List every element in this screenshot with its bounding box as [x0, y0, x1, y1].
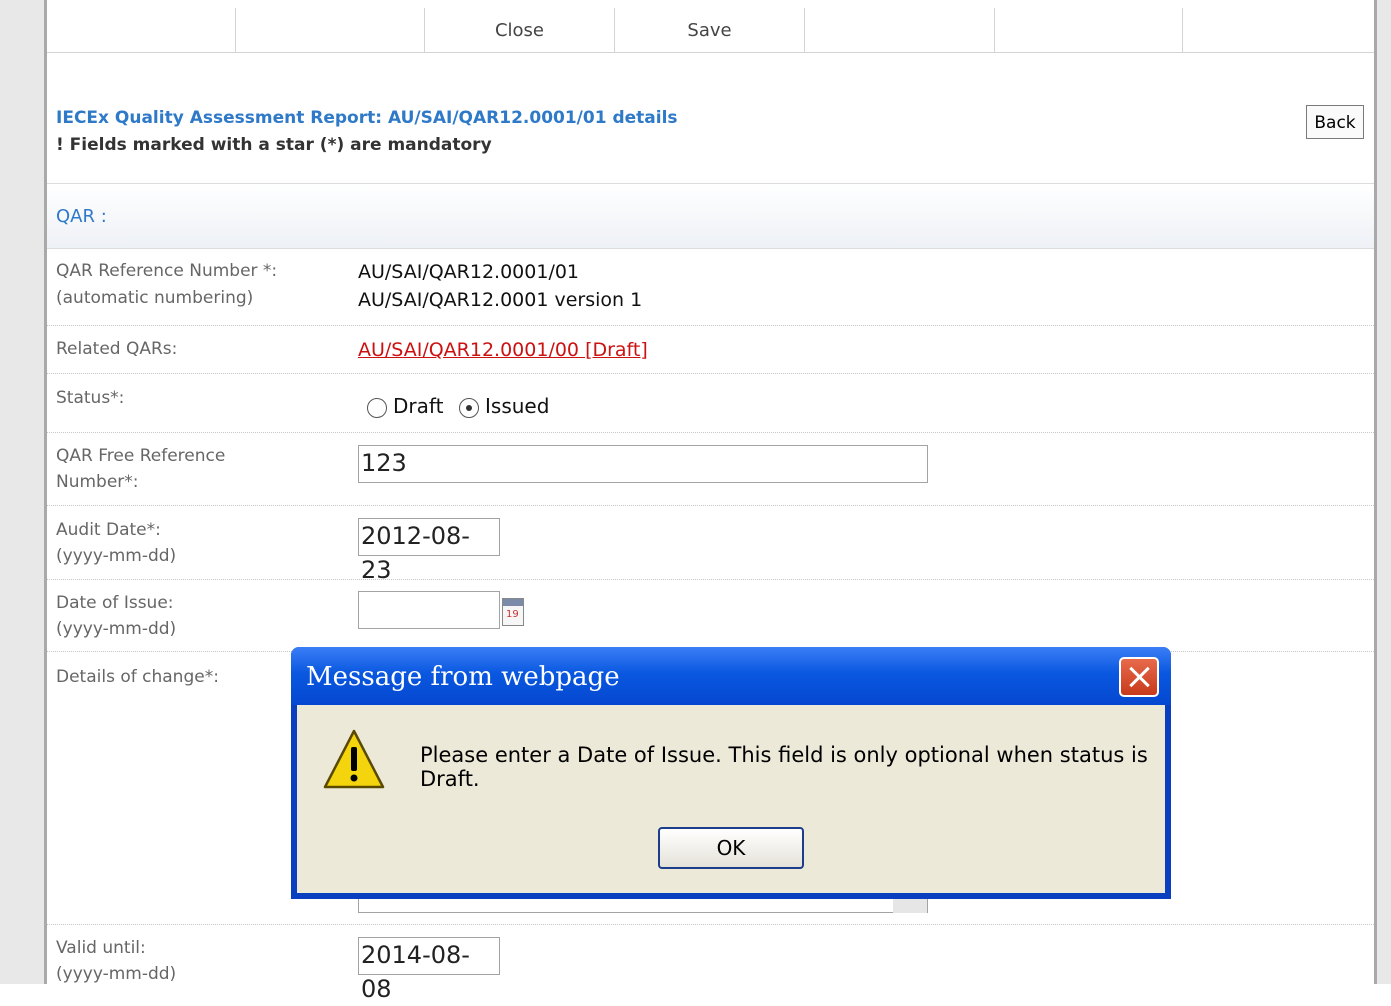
warning-icon — [323, 729, 385, 789]
close-icon[interactable] — [1119, 657, 1159, 697]
issue-date-format: (yyyy-mm-dd) — [56, 619, 177, 639]
valid-until-format: (yyyy-mm-dd) — [56, 964, 177, 984]
calendar-icon[interactable]: 19 — [502, 598, 524, 626]
status-label: Status*: — [56, 388, 125, 408]
audit-date-row: Audit Date*: (yyyy-mm-dd) 2012-08-23 — [47, 506, 1374, 584]
mandatory-note: ! Fields marked with a star (*) are mand… — [56, 135, 492, 155]
toolbar-cell — [1183, 8, 1374, 52]
save-button[interactable]: Save — [615, 8, 805, 52]
audit-date-label: Audit Date*: — [56, 520, 161, 540]
toolbar-cell — [47, 8, 236, 52]
status-issued-option[interactable]: Issued — [459, 391, 549, 421]
valid-until-label: Valid until: — [56, 938, 146, 958]
issue-date-row: Date of Issue: (yyyy-mm-dd) — [47, 580, 1374, 652]
page-title: IECEx Quality Assessment Report: AU/SAI/… — [56, 108, 678, 128]
draft-radio-label: Draft — [393, 394, 444, 418]
audit-date-input[interactable]: 2012-08-23 — [358, 518, 500, 584]
ref-value: AU/SAI/QAR12.0001/01 — [358, 261, 580, 283]
toolbar-cell — [236, 8, 425, 52]
valid-until-input[interactable]: 2014-08-08 — [358, 937, 500, 1003]
related-qar-link[interactable]: AU/SAI/QAR12.0001/00 [Draft] — [358, 335, 648, 365]
section-title: QAR : — [56, 206, 107, 227]
related-label: Related QARs: — [56, 339, 178, 359]
issue-date-label: Date of Issue: — [56, 593, 174, 613]
free-ref-input[interactable]: 123 — [358, 445, 928, 483]
ok-button[interactable]: OK — [658, 827, 804, 869]
related-row: Related QARs: AU/SAI/QAR12.0001/00 [Draf… — [47, 326, 1374, 374]
ref-row: QAR Reference Number *: (automatic numbe… — [47, 248, 1374, 326]
draft-radio[interactable] — [367, 397, 387, 418]
left-margin — [0, 0, 47, 984]
toolbar-cell — [805, 8, 995, 52]
ref-label: QAR Reference Number *: — [56, 261, 278, 281]
dialog-title: Message from webpage — [306, 662, 620, 692]
valid-until-row: Valid until: (yyyy-mm-dd) 2014-08-08 — [47, 925, 1374, 1003]
issued-radio-label: Issued — [485, 394, 550, 418]
alert-dialog: Message from webpage Please enter a Date… — [291, 647, 1171, 899]
right-margin — [1374, 0, 1391, 984]
toolbar: Close Save — [47, 0, 1374, 53]
section-header: QAR : — [47, 183, 1374, 249]
status-row: Status*: Draft Issued — [47, 374, 1374, 433]
issue-date-input[interactable] — [358, 591, 500, 629]
status-draft-option[interactable]: Draft — [367, 391, 443, 421]
dialog-titlebar: Message from webpage — [291, 647, 1171, 705]
dialog-message: Please enter a Date of Issue. This field… — [420, 743, 1148, 791]
free-ref-label: QAR Free Reference — [56, 446, 226, 466]
ref-sublabel: (automatic numbering) — [56, 288, 254, 308]
toolbar-cell — [995, 8, 1183, 52]
ref-version: AU/SAI/QAR12.0001 version 1 — [358, 289, 643, 311]
free-ref-label-2: Number*: — [56, 472, 139, 492]
close-button[interactable]: Close — [425, 8, 615, 52]
dialog-body: Please enter a Date of Issue. This field… — [297, 705, 1165, 893]
issued-radio[interactable] — [459, 397, 479, 418]
free-ref-row: QAR Free Reference Number*: 123 — [47, 433, 1374, 506]
audit-date-format: (yyyy-mm-dd) — [56, 546, 177, 566]
details-label: Details of change*: — [56, 667, 219, 687]
back-button[interactable]: Back — [1306, 105, 1364, 139]
